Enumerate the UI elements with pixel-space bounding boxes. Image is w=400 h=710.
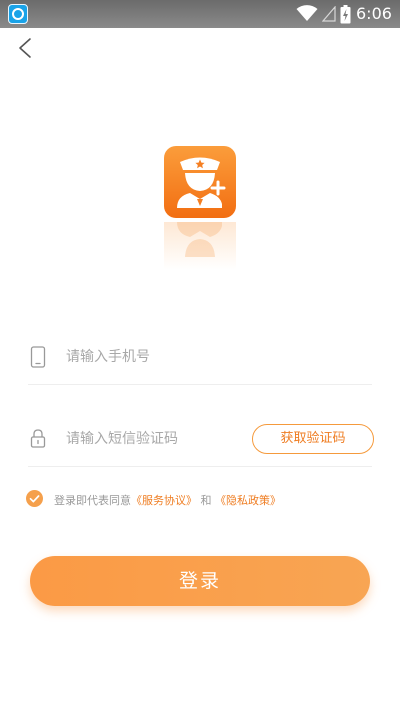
login-button[interactable]: 登录	[30, 556, 370, 606]
police-officer-reflection-icon	[177, 222, 222, 257]
app-logo-reflection	[164, 222, 236, 278]
service-agreement-link[interactable]: 《服务协议》	[131, 494, 197, 507]
police-officer-plus-icon	[177, 157, 226, 208]
signal-icon	[322, 6, 336, 22]
app-notification-icon	[8, 4, 28, 24]
lock-icon	[30, 429, 46, 448]
sms-code-input[interactable]	[64, 424, 248, 454]
agreement-prefix: 登录即代表同意	[54, 494, 131, 507]
back-button[interactable]	[14, 36, 38, 60]
status-bar: 6:06	[0, 0, 400, 28]
privacy-policy-link[interactable]: 《隐私政策》	[215, 494, 281, 507]
agreement-connector: 和	[200, 494, 212, 507]
phone-field-row	[28, 328, 372, 385]
get-code-button[interactable]: 获取验证码	[252, 424, 374, 454]
wifi-icon	[296, 5, 318, 21]
chevron-left-icon	[19, 38, 31, 58]
agreement-text: 登录即代表同意《服务协议》 和 《隐私政策》	[54, 492, 281, 508]
code-field-row: 获取验证码	[28, 410, 374, 467]
agreement-checkbox[interactable]	[26, 490, 43, 507]
app-logo	[164, 146, 236, 218]
battery-charging-icon	[340, 5, 351, 24]
agreement-row: 登录即代表同意《服务协议》 和 《隐私政策》	[26, 488, 386, 512]
checkmark-icon	[29, 495, 40, 503]
phone-input[interactable]	[64, 342, 368, 372]
phone-icon	[30, 346, 46, 368]
clock-time: 6:06	[356, 4, 392, 23]
